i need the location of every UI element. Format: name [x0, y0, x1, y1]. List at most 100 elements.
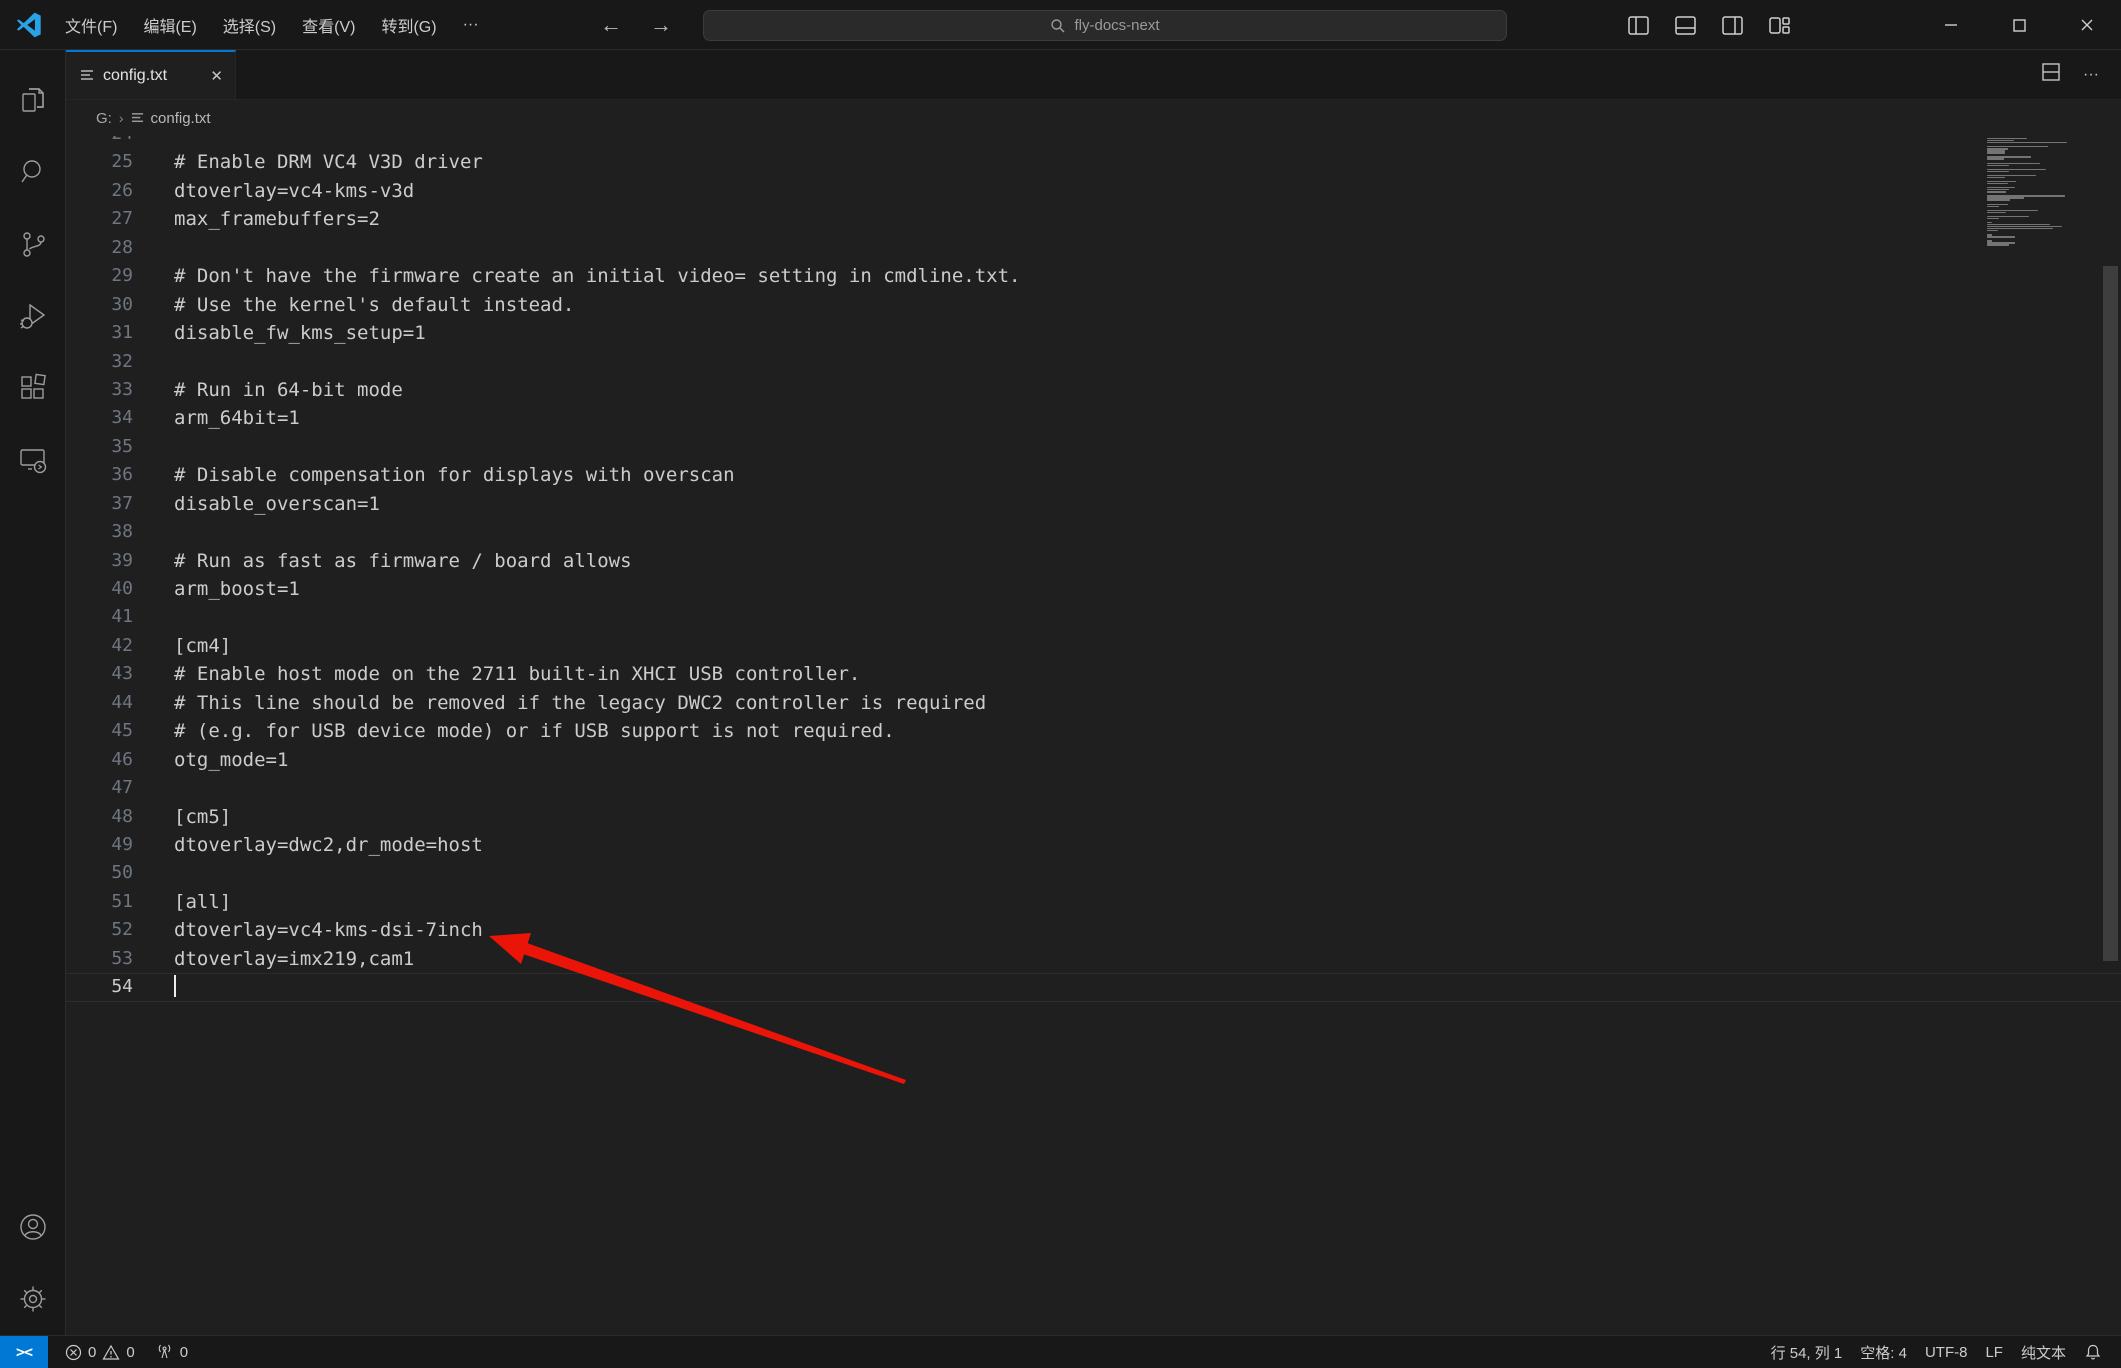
vertical-scrollbar[interactable]	[2100, 136, 2121, 1335]
breadcrumb-file[interactable]: config.txt	[151, 110, 211, 127]
code-line-35: 35	[66, 433, 2121, 461]
code-text[interactable]: arm_boost=1	[174, 575, 300, 603]
line-number: 30	[66, 291, 172, 319]
tab-close-button[interactable]: ✕	[210, 67, 223, 85]
code-text[interactable]: dtoverlay=vc4-kms-dsi-7inch	[174, 916, 483, 944]
minimap[interactable]	[1987, 136, 2100, 249]
error-count: 0	[88, 1344, 96, 1361]
toggle-panel-button[interactable]	[1674, 14, 1697, 37]
line-number: 34	[66, 404, 172, 432]
line-number: 28	[66, 234, 172, 262]
cursor-position-status[interactable]: 行 54, 列 1	[1762, 1342, 1852, 1363]
ports-status[interactable]: 0	[146, 1344, 197, 1361]
code-text[interactable]: # Run as fast as firmware / board allows	[174, 547, 632, 575]
minimize-button[interactable]	[1917, 0, 1985, 50]
code-text[interactable]: [all]	[174, 888, 231, 916]
breadcrumb-drive[interactable]: G:	[96, 110, 112, 127]
activity-run-debug-button[interactable]	[0, 280, 66, 352]
code-line-25: 25# Enable DRM VC4 V3D driver	[66, 148, 2121, 176]
code-text[interactable]: disable_overscan=1	[174, 490, 380, 518]
code-text[interactable]: otg_mode=1	[174, 746, 288, 774]
problems-status[interactable]: 0 0	[56, 1344, 144, 1361]
line-number: 39	[66, 547, 172, 575]
toggle-primary-sidebar-button[interactable]	[1627, 14, 1650, 37]
notifications-button[interactable]	[2075, 1343, 2111, 1361]
code-text[interactable]: # Disable compensation for displays with…	[174, 461, 735, 489]
menu-item-3[interactable]: 查看(V)	[289, 8, 368, 42]
activity-remote-explorer-button[interactable]	[0, 424, 66, 496]
code-text[interactable]: dtoverlay=dwc2,dr_mode=host	[174, 831, 483, 859]
line-number: 54	[66, 973, 172, 1001]
tab-config-txt[interactable]: config.txt ✕	[66, 50, 236, 99]
line-number: 33	[66, 376, 172, 404]
encoding-status[interactable]: UTF-8	[1916, 1344, 1977, 1361]
close-window-button[interactable]	[2053, 0, 2121, 50]
line-number: 35	[66, 433, 172, 461]
line-number: 50	[66, 859, 172, 887]
code-text[interactable]: disable_fw_kms_setup=1	[174, 319, 426, 347]
maximize-icon	[2012, 18, 2027, 33]
menu-item-1[interactable]: 编辑(E)	[130, 8, 209, 42]
activity-source-control-button[interactable]	[0, 208, 66, 280]
code-text[interactable]: [cm5]	[174, 803, 231, 831]
minimap-line	[1987, 175, 2036, 176]
minimap-line	[1987, 165, 2009, 166]
scrollbar-slider[interactable]	[2103, 266, 2118, 961]
activity-bar	[0, 50, 66, 1335]
code-line-53: 53dtoverlay=imx219,cam1	[66, 945, 2121, 973]
code-text[interactable]: # Enable host mode on the 2711 built-in …	[174, 660, 860, 688]
nav-forward-button[interactable]: →	[650, 12, 672, 38]
minimap-line	[1987, 177, 2005, 178]
code-text[interactable]: dtoverlay=vc4-kms-v3d	[174, 177, 414, 205]
activity-extensions-button[interactable]	[0, 352, 66, 424]
editor-more-actions-button[interactable]: ···	[2083, 66, 2099, 84]
search-placeholder-text: fly-docs-next	[1074, 17, 1159, 34]
split-editor-button[interactable]	[2041, 62, 2061, 87]
code-line-49: 49dtoverlay=dwc2,dr_mode=host	[66, 831, 2121, 859]
activity-search-button[interactable]	[0, 136, 66, 208]
menu-item-4[interactable]: 转到(G)	[368, 8, 449, 42]
code-text[interactable]: dtoverlay=imx219,cam1	[174, 945, 414, 973]
activity-explorer-button[interactable]	[0, 64, 66, 136]
close-icon	[2079, 17, 2095, 33]
vscode-logo-icon	[16, 12, 42, 38]
menu-item-2[interactable]: 选择(S)	[210, 8, 289, 42]
nav-back-button[interactable]: ←	[600, 12, 622, 38]
breadcrumb: G: › config.txt	[66, 100, 2121, 136]
indentation-status[interactable]: 空格: 4	[1851, 1342, 1916, 1363]
menu-item-0[interactable]: 文件(F)	[52, 8, 130, 42]
customize-layout-button[interactable]	[1768, 14, 1791, 37]
code-text[interactable]: # Run in 64-bit mode	[174, 376, 403, 404]
warning-count: 0	[126, 1344, 134, 1361]
code-line-38: 38	[66, 518, 2121, 546]
menu-overflow[interactable]: ···	[450, 11, 492, 39]
code-editor[interactable]: 2425# Enable DRM VC4 V3D driver26dtoverl…	[66, 136, 2121, 1335]
code-line-31: 31disable_fw_kms_setup=1	[66, 319, 2121, 347]
code-text[interactable]	[174, 973, 176, 1001]
code-line-33: 33# Run in 64-bit mode	[66, 376, 2121, 404]
code-text[interactable]: # Use the kernel's default instead.	[174, 291, 574, 319]
code-line-44: 44# This line should be removed if the l…	[66, 689, 2121, 717]
code-text[interactable]: # Don't have the firmware create an init…	[174, 262, 1020, 290]
settings-button[interactable]	[0, 1263, 66, 1335]
code-text[interactable]: # Enable DRM VC4 V3D driver	[174, 148, 483, 176]
command-center-search[interactable]: fly-docs-next	[703, 10, 1507, 41]
code-text[interactable]: # (e.g. for USB device mode) or if USB s…	[174, 717, 895, 745]
language-mode-status[interactable]: 纯文本	[2012, 1342, 2075, 1363]
code-text[interactable]: max_framebuffers=2	[174, 205, 380, 233]
eol-status[interactable]: LF	[1976, 1344, 2012, 1361]
line-number: 40	[66, 575, 172, 603]
code-text[interactable]: [cm4]	[174, 632, 231, 660]
line-number: 25	[66, 148, 172, 176]
minimap-line	[1987, 204, 2008, 205]
remote-indicator[interactable]: ><	[0, 1336, 48, 1368]
minimap-line	[1987, 152, 2005, 153]
code-text[interactable]: # This line should be removed if the leg…	[174, 689, 986, 717]
line-number: 24	[66, 136, 172, 148]
toggle-secondary-sidebar-button[interactable]	[1721, 14, 1744, 37]
panel-bottom-icon	[1674, 14, 1697, 37]
account-button[interactable]	[0, 1191, 66, 1263]
minimap-line	[1987, 244, 2009, 245]
code-text[interactable]: arm_64bit=1	[174, 404, 300, 432]
maximize-button[interactable]	[1985, 0, 2053, 50]
